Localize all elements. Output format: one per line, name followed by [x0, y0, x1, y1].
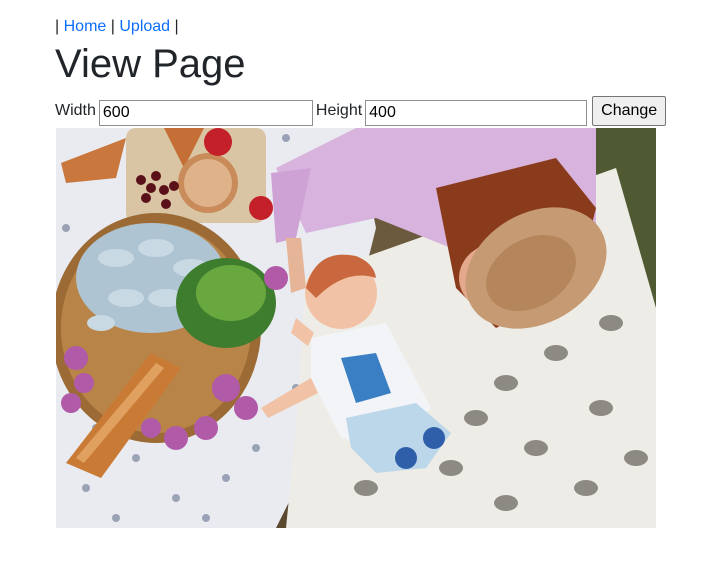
photo-illustration — [56, 128, 656, 528]
top-nav: | Home | Upload | — [55, 17, 179, 37]
resize-form: Width Height Change — [55, 96, 667, 126]
page-title: View Page — [55, 42, 246, 86]
nav-separator: | — [110, 18, 115, 35]
height-input[interactable] — [365, 99, 588, 126]
width-label: Width — [55, 102, 96, 119]
nav-link-upload[interactable]: Upload — [119, 18, 170, 35]
height-label: Height — [315, 102, 363, 119]
view-page: | Home | Upload | View Page Width Height… — [0, 0, 703, 578]
width-input[interactable] — [98, 99, 313, 126]
nav-link-home[interactable]: Home — [64, 18, 107, 35]
change-button[interactable]: Change — [592, 96, 667, 126]
nav-separator: | — [55, 18, 60, 35]
displayed-image — [56, 128, 656, 528]
nav-separator: | — [174, 18, 179, 35]
